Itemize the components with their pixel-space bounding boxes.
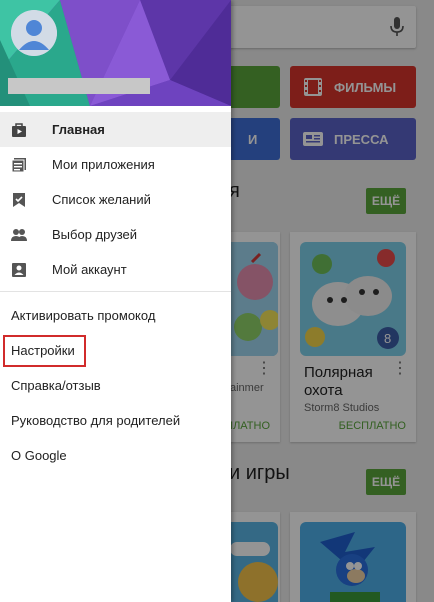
help-feedback-item[interactable]: Справка/отзыв	[0, 368, 231, 403]
drawer-divider	[0, 291, 231, 292]
redeem-code-item[interactable]: Активировать промокод	[0, 298, 231, 333]
person-icon	[11, 10, 57, 56]
wishlist-icon	[13, 192, 25, 207]
avatar[interactable]	[11, 10, 57, 56]
drawer-header[interactable]	[0, 0, 231, 106]
about-google-item[interactable]: О Google	[0, 438, 231, 473]
navigation-drawer: Главная Мои приложения Список желаний Вы…	[0, 0, 231, 602]
store-icon	[12, 122, 26, 137]
people-icon	[11, 228, 27, 241]
nav-item-label: Главная	[52, 122, 105, 137]
nav-item-label: Мой аккаунт	[52, 262, 127, 277]
settings-highlight-box	[3, 335, 86, 367]
drawer-nav-list: Главная Мои приложения Список желаний Вы…	[0, 112, 231, 287]
apps-icon	[11, 157, 26, 172]
parent-guide-item[interactable]: Руководство для родителей	[0, 403, 231, 438]
account-icon	[12, 262, 26, 277]
nav-item-wishlist[interactable]: Список желаний	[0, 182, 231, 217]
nav-item-label: Список желаний	[52, 192, 151, 207]
nav-item-label: Выбор друзей	[52, 227, 138, 242]
nav-item-my-apps[interactable]: Мои приложения	[0, 147, 231, 182]
drawer-secondary-list: Активировать промокод Настройки Справка/…	[0, 298, 231, 473]
nav-item-friends[interactable]: Выбор друзей	[0, 217, 231, 252]
nav-item-account[interactable]: Мой аккаунт	[0, 252, 231, 287]
account-name-redacted	[8, 78, 150, 94]
nav-item-label: Мои приложения	[52, 157, 155, 172]
nav-item-home[interactable]: Главная	[0, 112, 231, 147]
